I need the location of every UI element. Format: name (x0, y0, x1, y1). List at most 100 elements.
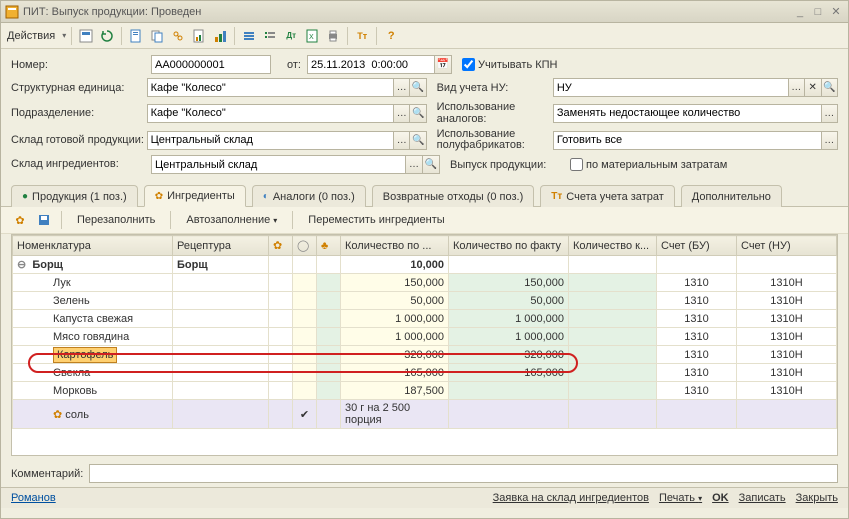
tab-extra[interactable]: Дополнительно (681, 185, 782, 207)
wh1-field[interactable] (147, 131, 394, 150)
table-row[interactable]: Морковь187,50013101310Н (13, 382, 837, 400)
list-icon[interactable] (240, 27, 258, 45)
app-icon (5, 5, 19, 19)
semi-label: Использование полуфабрикатов: (437, 129, 553, 151)
table-row[interactable]: Свекла165,000165,00013101310Н (13, 364, 837, 382)
table-row[interactable]: Картофель320,000320,00013101310Н (13, 346, 837, 364)
col-ic1[interactable]: ✿ (269, 236, 293, 256)
release-label: Выпуск продукции: (450, 159, 570, 171)
number-field[interactable] (151, 55, 271, 74)
col-qty3[interactable]: Количество к... (569, 236, 657, 256)
analog-select-button[interactable]: … (822, 104, 839, 123)
tab-products[interactable]: ●Продукция (1 поз.) (11, 185, 138, 207)
comment-row: Комментарий: (1, 460, 848, 487)
tab-waste[interactable]: Возвратные отходы (0 поз.) (372, 185, 535, 207)
wh1-select-button[interactable]: … (394, 131, 411, 150)
material-checkbox[interactable] (570, 158, 583, 171)
separator (376, 27, 377, 45)
table-row[interactable]: ⊖ БорщБорщ10,000 (13, 256, 837, 274)
tab-label: Возвратные отходы (0 поз.) (383, 191, 524, 203)
material-label: по материальным затратам (586, 159, 727, 171)
analog-field[interactable] (553, 104, 822, 123)
unit-search-button[interactable]: 🔍 (410, 78, 427, 97)
actions-menu[interactable]: Действия (7, 30, 55, 42)
unit-field[interactable] (147, 78, 394, 97)
form-area: Номер: от: 📅 Учитывать КПН Структурная е… (1, 49, 848, 180)
acct-field[interactable] (553, 78, 789, 97)
close-link[interactable]: Закрыть (796, 492, 838, 504)
col-recipe[interactable]: Рецептура (173, 236, 269, 256)
col-name[interactable]: Номенклатура (13, 236, 173, 256)
col-qty2[interactable]: Количество по факту (449, 236, 569, 256)
unit-select-button[interactable]: … (394, 78, 411, 97)
maximize-button[interactable]: □ (810, 5, 826, 19)
ingredients-grid[interactable]: Номенклатура Рецептура ✿ ◯ ♣ Количество … (11, 234, 838, 456)
copy-icon[interactable] (148, 27, 166, 45)
semi-select-button[interactable]: … (822, 131, 839, 150)
dept-field[interactable] (147, 104, 394, 123)
user-link[interactable]: Романов (11, 492, 56, 504)
autofill-button[interactable]: Автозаполнение ▾ (179, 211, 284, 229)
wh2-select-button[interactable]: … (406, 155, 423, 174)
tt-icon[interactable]: Тт (353, 27, 371, 45)
refresh-icon[interactable] (98, 27, 116, 45)
chart-icon[interactable] (211, 27, 229, 45)
dept-select-button[interactable]: … (394, 104, 411, 123)
close-button[interactable]: ✕ (828, 5, 844, 19)
checklist-icon[interactable] (261, 27, 279, 45)
semi-field[interactable] (553, 131, 822, 150)
wh1-search-button[interactable]: 🔍 (410, 131, 427, 150)
save-icon[interactable] (35, 211, 53, 229)
refill-button[interactable]: Перезаполнить (70, 211, 162, 229)
col-ic3[interactable]: ♣ (317, 236, 341, 256)
tab-accounts[interactable]: ТтСчета учета затрат (540, 185, 674, 207)
acct-select-button[interactable]: … (789, 78, 806, 97)
xls-icon[interactable]: X (303, 27, 321, 45)
analog-label: Использование аналогов: (437, 101, 553, 125)
ok-button[interactable]: OK (712, 492, 729, 504)
report-icon[interactable] (190, 27, 208, 45)
date-picker-button[interactable]: 📅 (435, 55, 452, 74)
leaf-icon[interactable]: ✿ (11, 211, 29, 229)
help-icon[interactable]: ? (382, 27, 400, 45)
acct-clear-button[interactable]: ✕ (805, 78, 822, 97)
minimize-button[interactable]: _ (792, 5, 808, 19)
request-link[interactable]: Заявка на склад ингредиентов (493, 492, 649, 504)
print-icon[interactable] (324, 27, 342, 45)
comment-field[interactable] (89, 464, 838, 483)
separator (61, 211, 62, 229)
col-bu[interactable]: Счет (БУ) (657, 236, 737, 256)
statusbar: Романов Заявка на склад ингредиентов Печ… (1, 487, 848, 508)
calc-icon[interactable] (77, 27, 95, 45)
dk-icon[interactable]: Дт (282, 27, 300, 45)
tab-analogs[interactable]: ◐Аналоги (0 поз.) (252, 185, 366, 207)
print-link[interactable]: Печать ▾ (659, 492, 702, 504)
col-nu[interactable]: Счет (НУ) (737, 236, 837, 256)
link-icon[interactable] (169, 27, 187, 45)
date-field[interactable] (307, 55, 435, 74)
table-row[interactable]: Лук150,000150,00013101310Н (13, 274, 837, 292)
svg-text:X: X (309, 34, 314, 41)
kpn-checkbox[interactable] (462, 58, 475, 71)
table-row[interactable]: Мясо говядина1 000,0001 000,00013101310Н (13, 328, 837, 346)
separator (170, 211, 171, 229)
table-row[interactable]: Зелень50,00050,00013101310Н (13, 292, 837, 310)
tab-ingredients[interactable]: ✿Ингредиенты (144, 185, 246, 207)
separator (292, 211, 293, 229)
col-ic2[interactable]: ◯ (293, 236, 317, 256)
table-row[interactable]: ✿ соль✔30 г на 2 500 порция (13, 400, 837, 429)
doc-icon[interactable] (127, 27, 145, 45)
separator (121, 27, 122, 45)
col-qty1[interactable]: Количество по ... (341, 236, 449, 256)
table-row[interactable]: Капуста свежая1 000,0001 000,00013101310… (13, 310, 837, 328)
separator (234, 27, 235, 45)
move-button[interactable]: Переместить ингредиенты (301, 211, 451, 229)
wh2-search-button[interactable]: 🔍 (423, 155, 440, 174)
wh2-label: Склад ингредиентов: (11, 159, 151, 170)
dept-search-button[interactable]: 🔍 (410, 104, 427, 123)
wh2-field[interactable] (151, 155, 406, 174)
tab-label: Дополнительно (692, 191, 771, 203)
save-button[interactable]: Записать (739, 492, 786, 504)
acct-label: Вид учета НУ: (437, 82, 553, 94)
acct-search-button[interactable]: 🔍 (822, 78, 839, 97)
